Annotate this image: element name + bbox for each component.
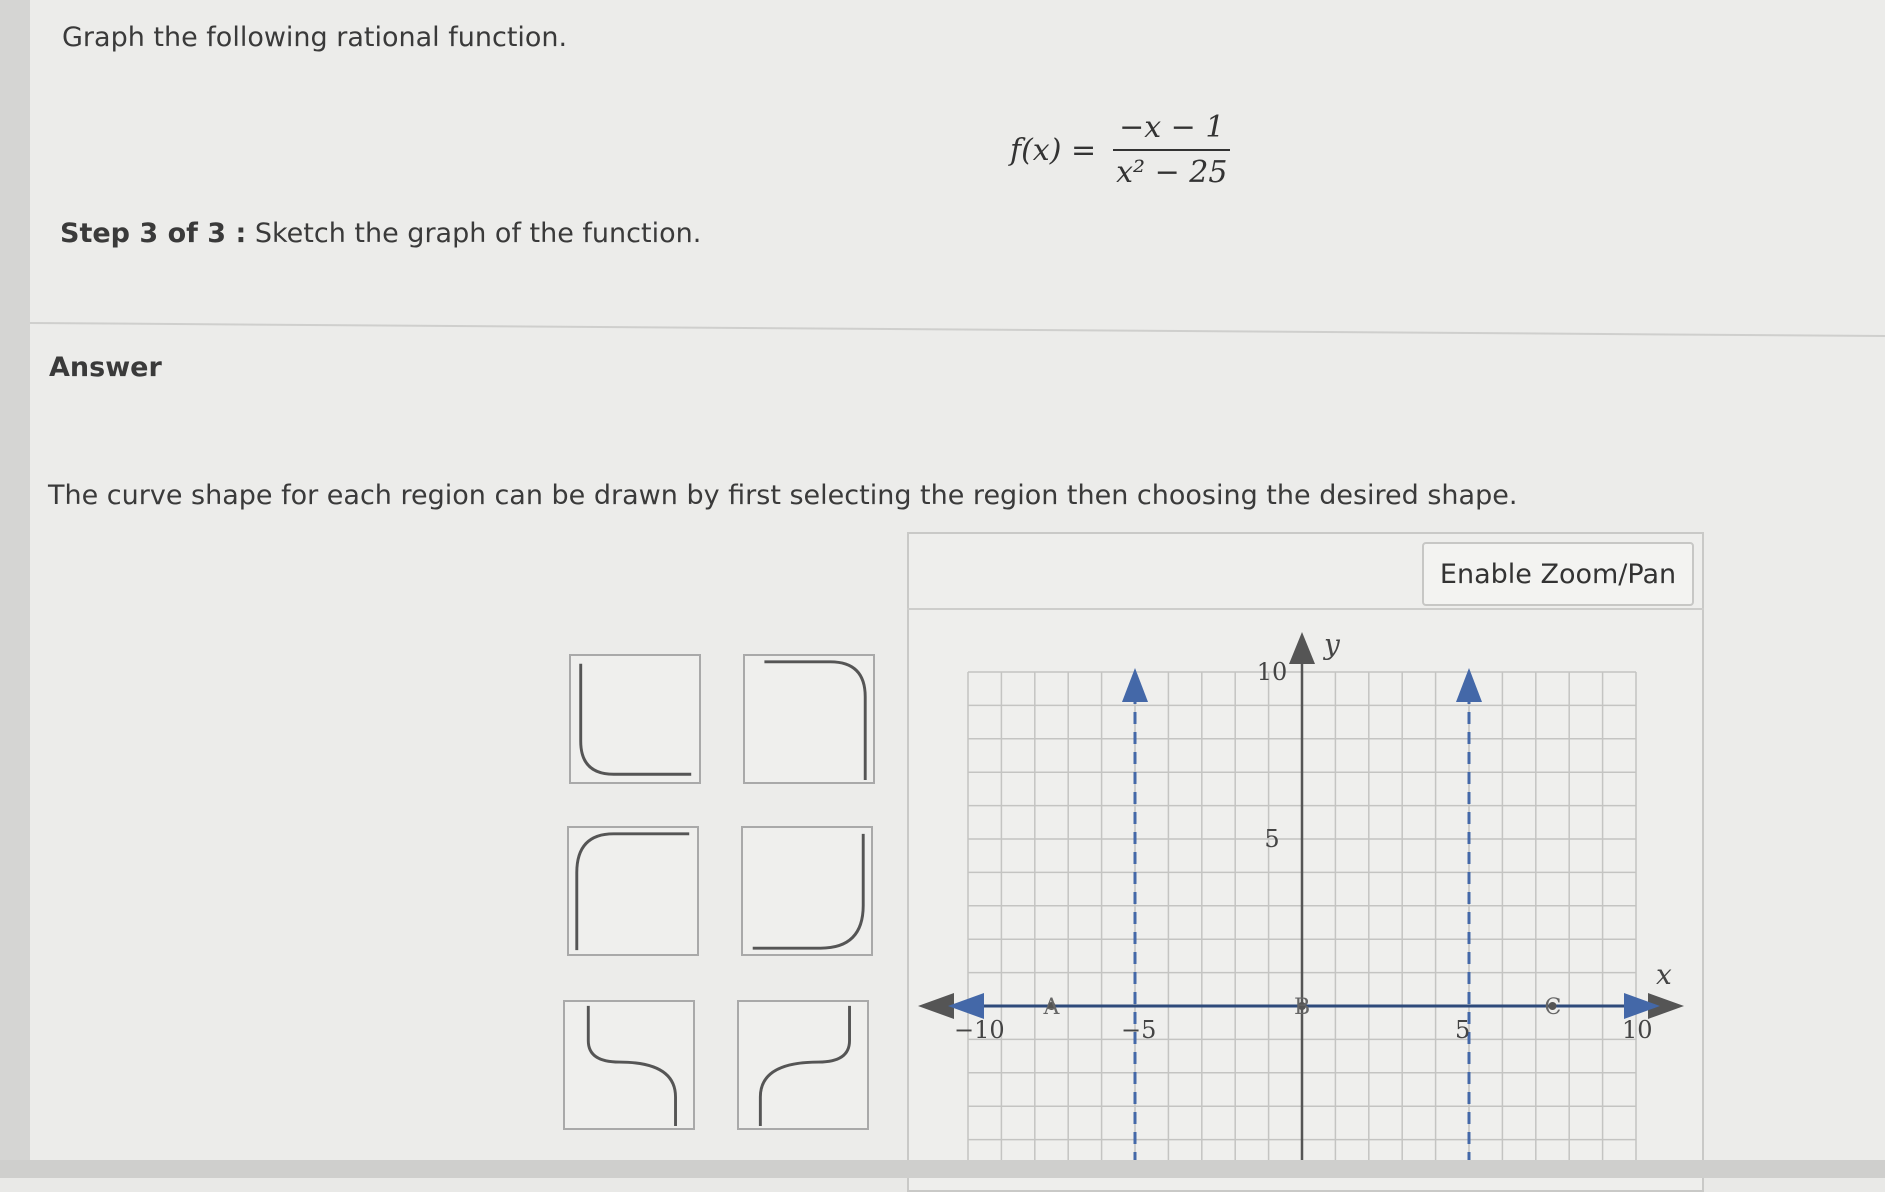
y-axis-arrow-icon	[1289, 632, 1315, 664]
y-tick-label: 10	[1257, 658, 1288, 686]
x-tick-label: 5	[1455, 1016, 1470, 1044]
bottom-scroll-edge	[0, 1160, 1885, 1178]
x-tick-label: −5	[1121, 1016, 1156, 1044]
x-axis-label: x	[1656, 958, 1672, 991]
region-point-label: B	[1294, 995, 1310, 1020]
x-tick-label: 10	[1622, 1016, 1653, 1044]
region-point-label: A	[1043, 995, 1061, 1020]
coordinate-plane[interactable]: y x −10 −5 5 10 10 5 A B C	[0, 0, 1885, 1178]
region-point-label: C	[1545, 995, 1562, 1020]
y-tick-label: 5	[1264, 825, 1279, 853]
y-axis-label: y	[1322, 628, 1341, 661]
x-tick-label: −10	[954, 1016, 1005, 1044]
